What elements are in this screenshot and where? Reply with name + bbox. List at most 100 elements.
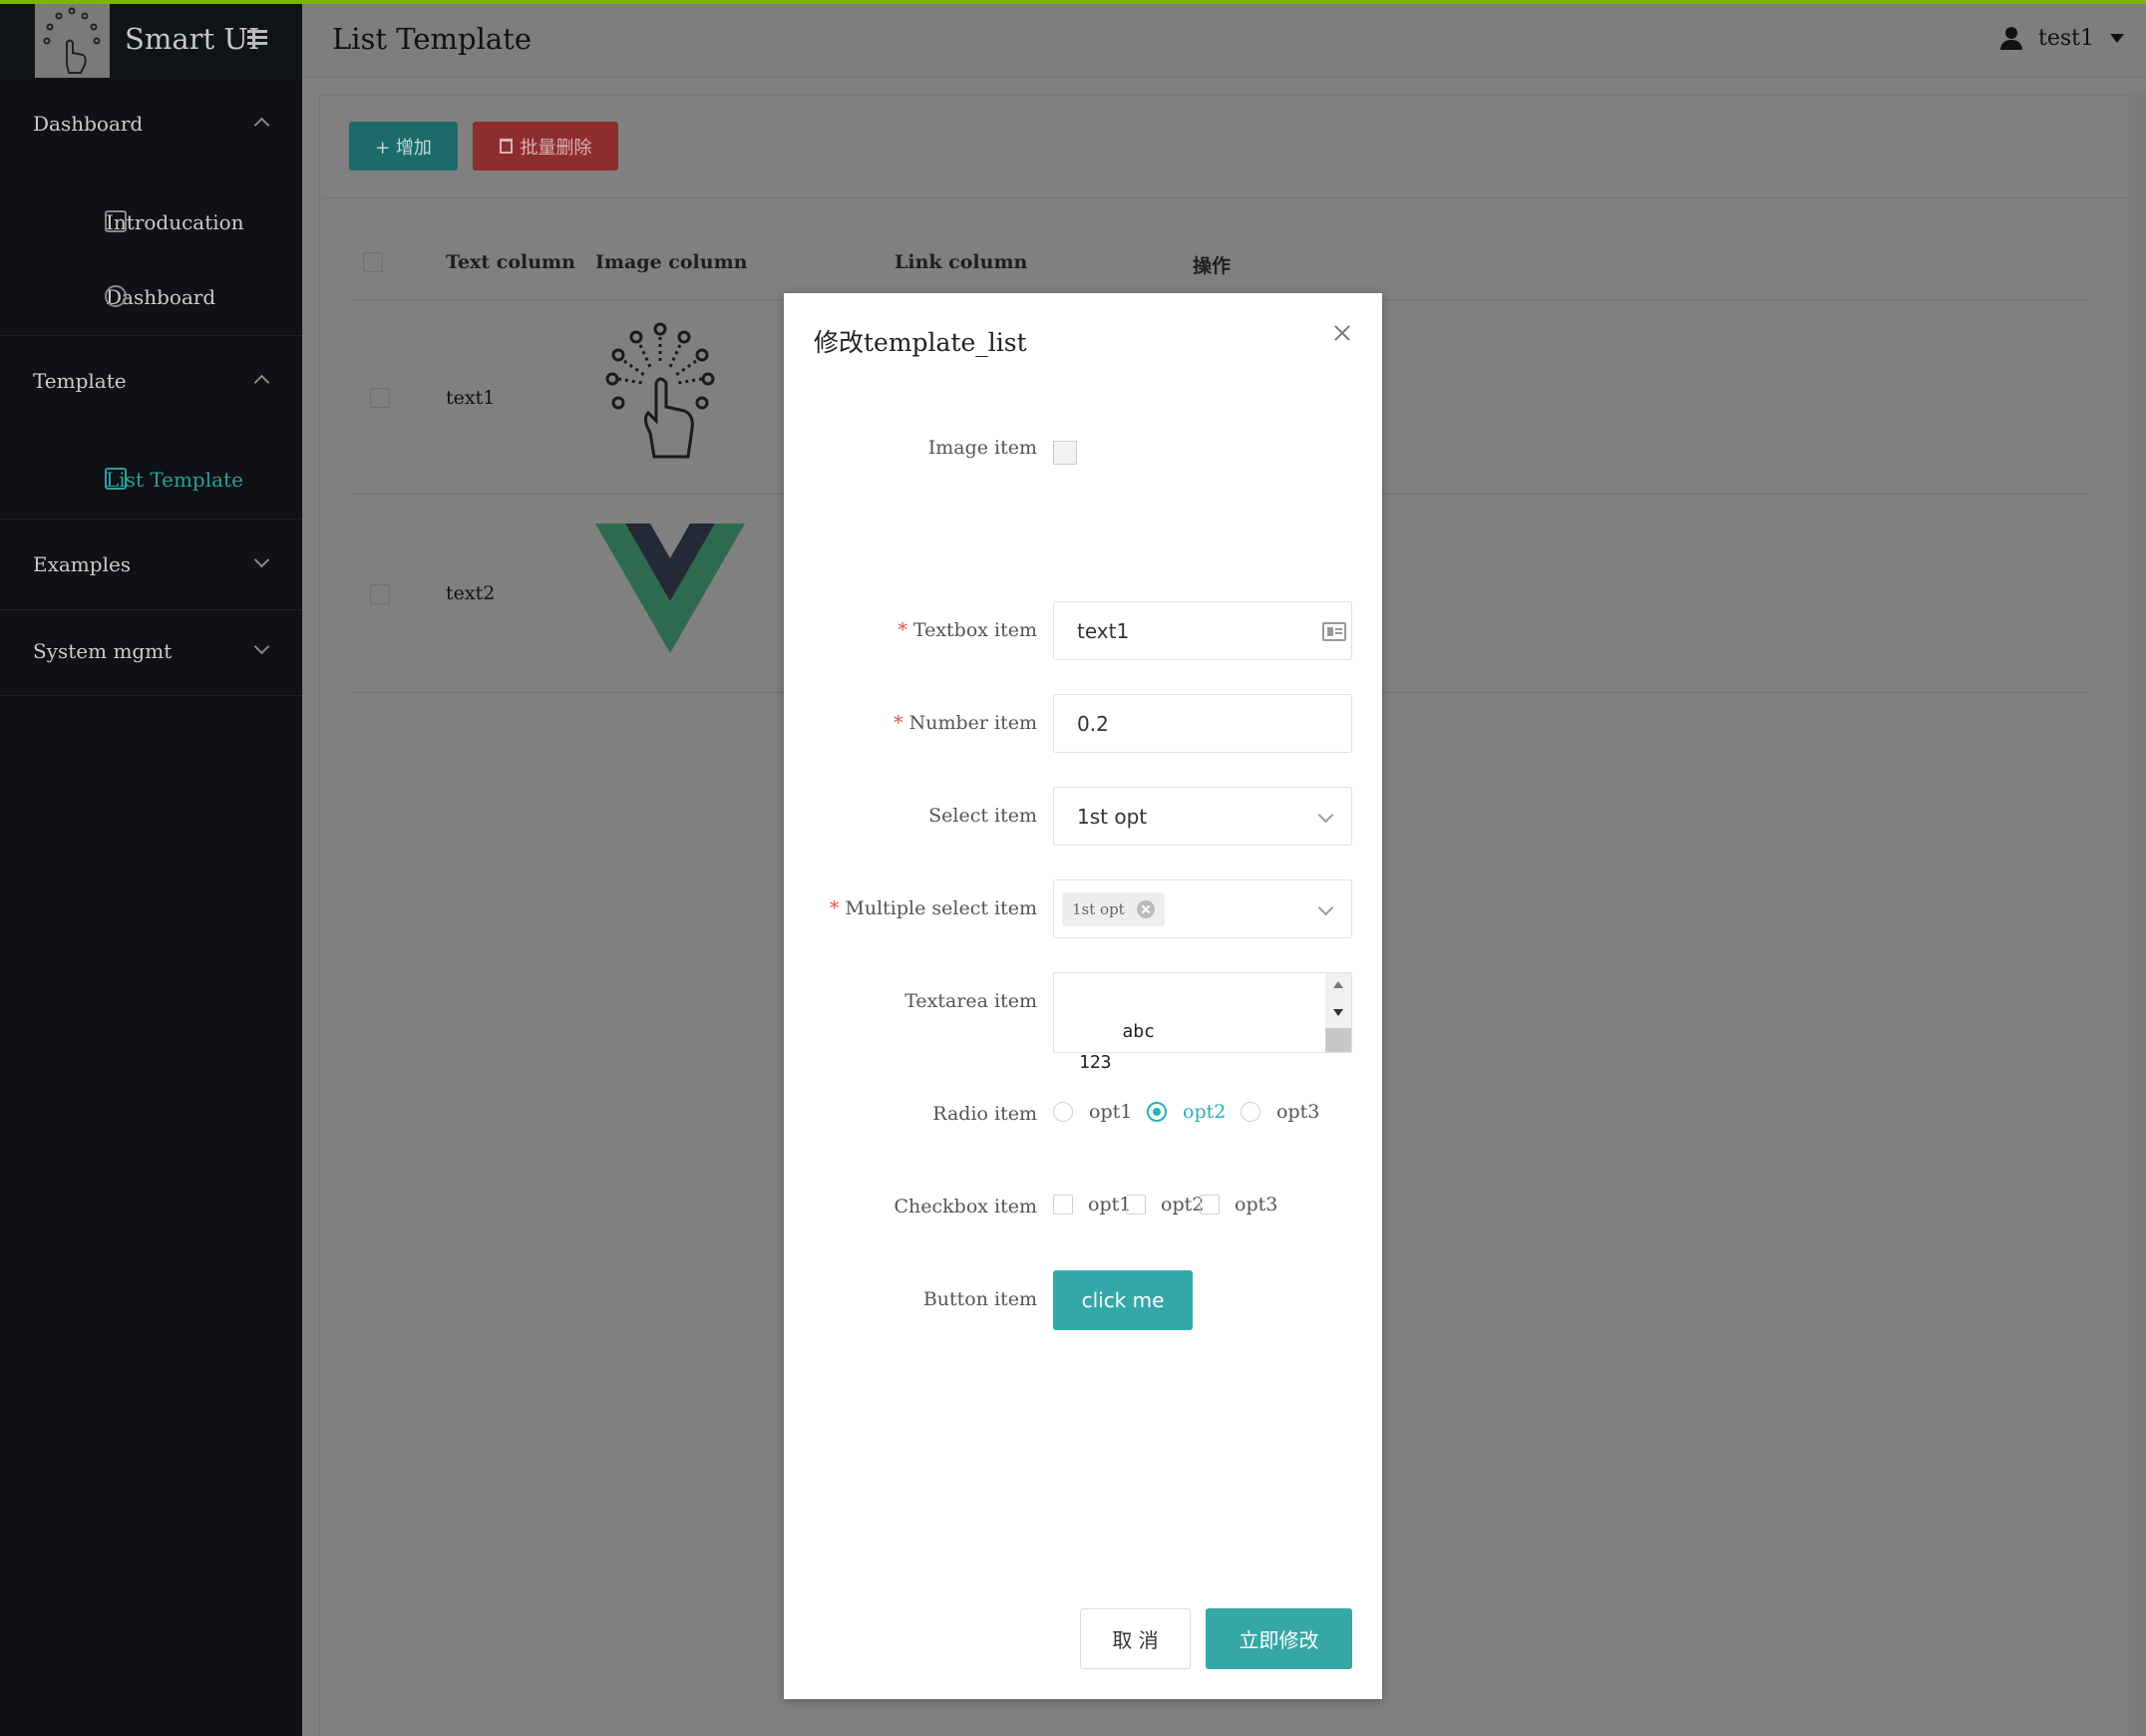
batch-delete-label: 批量删除: [520, 137, 592, 159]
presentation-chart-icon: [105, 210, 127, 232]
batch-delete-button[interactable]: 批量删除: [473, 122, 618, 171]
button-item-label: Button item: [922, 1288, 1037, 1310]
checkbox-item-label: Checkbox item: [894, 1196, 1037, 1217]
label-text: Textbox item: [912, 619, 1037, 641]
user-name: test1: [2038, 26, 2094, 51]
radio-button[interactable]: [1241, 1102, 1260, 1122]
select-all-checkbox[interactable]: [363, 252, 383, 272]
divider: [0, 519, 302, 520]
column-header-image: Image column: [595, 251, 748, 273]
app-logo: [35, 3, 110, 78]
selected-tag: 1st opt: [1062, 892, 1165, 926]
click-me-button[interactable]: click me: [1053, 1270, 1193, 1330]
radio-opt1[interactable]: opt1: [1053, 1101, 1132, 1123]
number-item-label: * Number item: [894, 712, 1037, 734]
caret-down-icon: [2110, 34, 2124, 43]
close-icon[interactable]: [1332, 323, 1352, 343]
checkbox[interactable]: [1053, 1195, 1073, 1215]
book-icon: [105, 468, 127, 490]
multi-select-item-label: * Multiple select item: [830, 897, 1037, 919]
number-value: 0.2: [1077, 711, 1109, 736]
nav-group-label: Template: [33, 369, 127, 393]
checkbox-opt1[interactable]: opt1: [1053, 1194, 1131, 1215]
textarea-scrollbar[interactable]: [1325, 973, 1351, 1052]
user-menu[interactable]: test1: [2000, 26, 2124, 51]
row-checkbox[interactable]: [370, 388, 390, 408]
sidebar-item-dashboard[interactable]: Dashboard: [70, 285, 215, 309]
checkbox-opt2[interactable]: opt2: [1126, 1194, 1204, 1215]
submit-button[interactable]: 立即修改: [1206, 1608, 1352, 1669]
textarea-input[interactable]: abc 123: [1053, 972, 1352, 1073]
nav-group-label: Examples: [33, 552, 132, 576]
checkbox-label: opt2: [1161, 1194, 1205, 1215]
radio-label: opt3: [1276, 1101, 1320, 1123]
multi-select-dropdown[interactable]: 1st opt: [1053, 879, 1352, 938]
cancel-button[interactable]: 取 消: [1080, 1608, 1191, 1669]
logo-area: Smart UI: [0, 0, 302, 78]
radio-button[interactable]: [1053, 1102, 1073, 1122]
chevron-down-icon: [253, 551, 270, 568]
textarea-value: abc 123: [1079, 1021, 1155, 1073]
column-header-actions: 操作: [1193, 255, 1232, 277]
radio-opt3[interactable]: opt3: [1241, 1101, 1319, 1123]
textarea-item-label: Textarea item: [904, 990, 1037, 1012]
menu-toggle-icon[interactable]: [247, 30, 267, 46]
radio-opt2[interactable]: opt2: [1147, 1101, 1226, 1123]
table-cell-text: text2: [446, 582, 496, 604]
tag-remove-icon[interactable]: [1136, 900, 1155, 918]
checkbox-label: opt3: [1235, 1194, 1278, 1215]
chevron-up-icon: [253, 117, 270, 134]
top-accent-line: [0, 0, 2146, 4]
image-item-label: Image item: [927, 437, 1037, 459]
id-card-icon: [1322, 622, 1346, 641]
textbox-item-label: * Textbox item: [897, 619, 1037, 641]
label-text: Number item: [908, 712, 1037, 734]
chevron-up-icon: [253, 374, 270, 391]
trash-icon: [499, 139, 513, 154]
textbox-value: text1: [1077, 618, 1130, 643]
chevron-down-icon: [253, 638, 270, 655]
top-header: List Template test1: [302, 4, 2146, 78]
radio-label: opt1: [1089, 1101, 1133, 1123]
edit-dialog: 修改template_list Image item * Textbox item…: [784, 293, 1382, 1699]
add-button[interactable]: + 增加: [349, 122, 458, 171]
number-input[interactable]: 0.2: [1053, 694, 1352, 753]
textbox-input[interactable]: text1: [1053, 601, 1352, 660]
chevron-down-icon: [1317, 899, 1334, 916]
tag-label: 1st opt: [1072, 900, 1125, 918]
label-text: Multiple select item: [845, 897, 1037, 919]
radio-item-label: Radio item: [932, 1103, 1037, 1125]
sidebar-item-introducation[interactable]: Introducation: [70, 210, 244, 234]
touch-hand-logo: [598, 321, 723, 466]
checkbox-label: opt1: [1088, 1194, 1132, 1215]
table-cell-text: text1: [446, 387, 496, 409]
resize-handle[interactable]: [1325, 1028, 1351, 1052]
vue-logo: [595, 523, 745, 655]
column-header-link: Link column: [894, 251, 1028, 273]
required-mark: *: [829, 897, 840, 919]
checkbox[interactable]: [1126, 1195, 1146, 1215]
page-title: List Template: [332, 22, 532, 56]
select-dropdown[interactable]: 1st opt: [1053, 787, 1352, 846]
scroll-up-icon: [1333, 981, 1343, 988]
radio-button-selected[interactable]: [1147, 1102, 1167, 1122]
divider: [0, 335, 302, 336]
divider: [0, 609, 302, 610]
column-header-text: Text column: [446, 251, 575, 273]
radio-label: opt2: [1183, 1101, 1227, 1123]
row-checkbox[interactable]: [370, 584, 390, 604]
user-icon: [2000, 26, 2022, 51]
scroll-down-icon: [1333, 1009, 1343, 1016]
divider: [0, 695, 302, 696]
select-item-label: Select item: [928, 805, 1037, 827]
checkbox[interactable]: [1200, 1195, 1220, 1215]
checkbox-opt3[interactable]: opt3: [1200, 1194, 1277, 1215]
app-title: Smart UI: [125, 22, 260, 56]
required-mark: *: [897, 619, 907, 641]
dialog-title: 修改template_list: [814, 328, 1027, 357]
page-scrollbar[interactable]: [2130, 95, 2146, 1736]
sidebar-item-list-template[interactable]: List Template: [70, 468, 243, 492]
select-value: 1st opt: [1077, 804, 1148, 829]
nav-group-label: System mgmt: [33, 639, 173, 663]
broken-image-icon: [1053, 441, 1077, 465]
